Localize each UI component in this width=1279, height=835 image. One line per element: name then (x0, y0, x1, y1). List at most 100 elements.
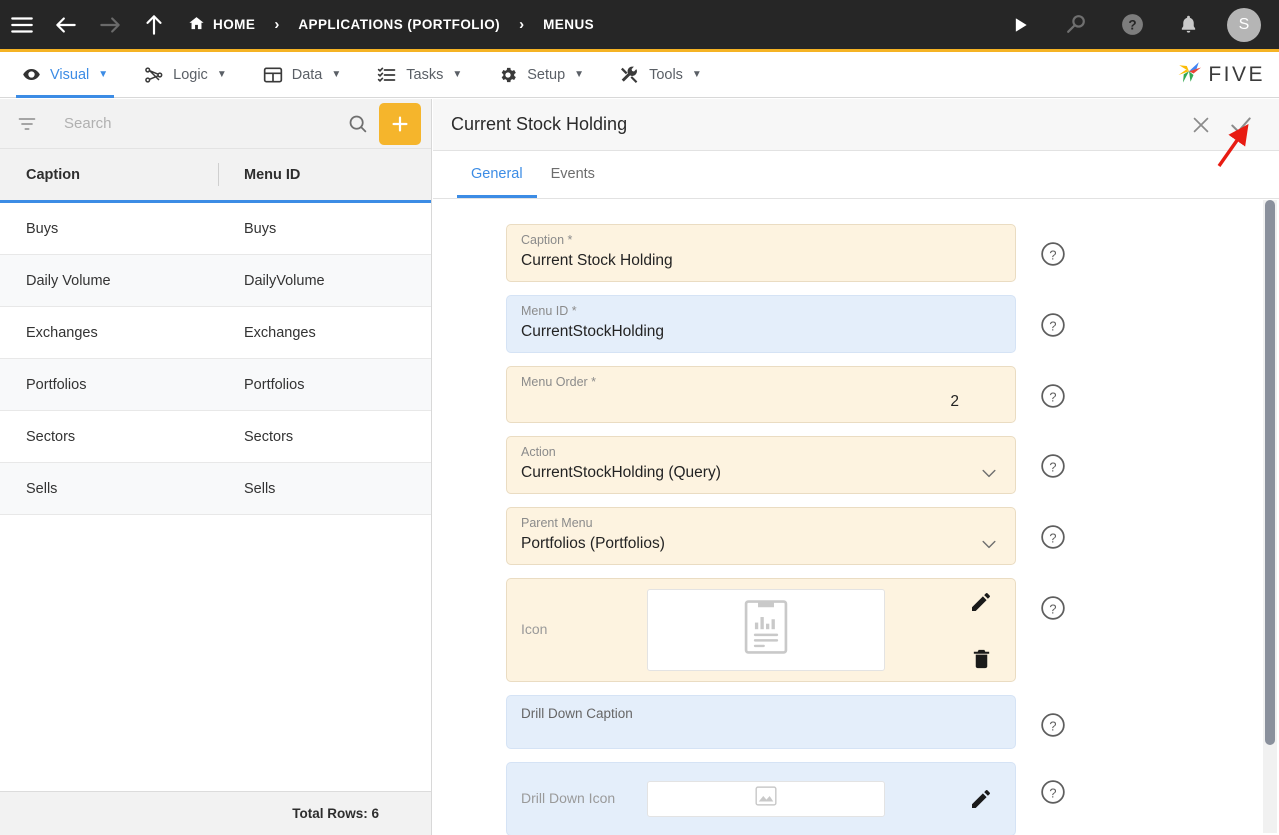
icon-preview[interactable] (647, 588, 885, 671)
drill-down-caption-field[interactable]: Drill Down Caption (506, 694, 1016, 749)
module-menu-strip: Visual ▼ Logic ▼ Data ▼ Tasks ▼ Setup ▼ … (0, 52, 1279, 98)
field-value: CurrentStockHolding (Query) (521, 464, 721, 481)
question-circle-icon[interactable]: ? (1039, 311, 1067, 339)
cell-menu-id: Sectors (244, 428, 294, 445)
scrollbar-thumb[interactable] (1265, 200, 1275, 745)
total-rows-label: Total Rows: 6 (292, 806, 379, 821)
question-circle-icon[interactable]: ? (1039, 382, 1067, 410)
search-icon[interactable] (1051, 0, 1101, 51)
logic-nodes-icon (144, 65, 164, 85)
pencil-edit-icon[interactable] (969, 787, 993, 811)
menu-item-visual[interactable]: Visual ▼ (8, 52, 122, 98)
column-divider (218, 163, 219, 186)
app-root: HOME › APPLICATIONS (PORTFOLIO) › MENUS … (0, 0, 1279, 835)
detail-header: Current Stock Holding (433, 99, 1279, 151)
hamburger-menu-icon[interactable] (0, 0, 44, 51)
chevron-down-icon: ▼ (574, 69, 585, 80)
field-label: Parent Menu (521, 516, 593, 530)
form-row-menu-id: Menu ID * CurrentStockHolding ? (506, 294, 1206, 353)
field-value: 2 (950, 393, 959, 411)
cell-caption: Sells (26, 480, 58, 497)
question-circle-icon[interactable]: ? (1039, 240, 1067, 268)
table-row[interactable]: Exchanges Exchanges (0, 307, 431, 359)
chevron-down-icon[interactable] (979, 463, 999, 488)
field-label: Caption * (521, 233, 573, 247)
menu-item-label: Logic (173, 66, 208, 83)
form-row-action: Action CurrentStockHolding (Query) ? (506, 436, 1206, 494)
menu-item-setup[interactable]: Setup ▼ (484, 52, 598, 98)
trash-delete-icon[interactable] (970, 647, 993, 670)
action-dropdown[interactable]: Action CurrentStockHolding (Query) (506, 436, 1016, 494)
chevron-down-icon[interactable] (979, 534, 999, 559)
table-row[interactable]: Buys Buys (0, 203, 431, 255)
menu-item-label: Tools (649, 66, 683, 83)
breadcrumb-item-menus[interactable]: MENUS (541, 17, 596, 32)
five-wordmark: FIVE (1208, 62, 1265, 86)
icon-field[interactable]: Icon (506, 577, 1016, 682)
svg-text:?: ? (1049, 601, 1056, 616)
save-checkmark-button[interactable] (1221, 105, 1261, 145)
menu-order-field[interactable]: Menu Order * 2 (506, 365, 1016, 424)
question-circle-icon[interactable]: ? (1039, 452, 1067, 480)
cell-caption: Exchanges (26, 324, 98, 341)
question-circle-icon[interactable]: ? (1039, 778, 1067, 806)
menu-id-field[interactable]: Menu ID * CurrentStockHolding (506, 294, 1016, 353)
menu-item-label: Visual (50, 66, 90, 83)
drill-down-icon-actions (969, 774, 1003, 824)
table-row[interactable]: Daily Volume DailyVolume (0, 255, 431, 307)
menu-item-data[interactable]: Data ▼ (249, 52, 356, 98)
filter-icon[interactable] (16, 106, 38, 142)
general-form: Caption * Current Stock Holding ? Menu I… (433, 200, 1279, 835)
question-circle-icon[interactable]: ? (1039, 711, 1067, 739)
tab-events[interactable]: Events (537, 150, 609, 198)
checklist-icon (377, 65, 397, 85)
search-input[interactable] (62, 114, 339, 133)
help-icon[interactable]: ? (1107, 0, 1157, 51)
svg-text:?: ? (1049, 530, 1056, 545)
field-value (507, 722, 1015, 748)
breadcrumb-separator: › (519, 16, 525, 33)
drill-down-icon-field[interactable]: Drill Down Icon (506, 761, 1016, 835)
chevron-down-icon: ▼ (331, 69, 342, 80)
table-row[interactable]: Portfolios Portfolios (0, 359, 431, 411)
chevron-down-icon: ▼ (452, 69, 463, 80)
form-row-parent-menu: Parent Menu Portfolios (Portfolios) ? (506, 507, 1206, 565)
back-arrow-icon[interactable] (44, 0, 88, 51)
question-circle-icon[interactable]: ? (1039, 523, 1067, 551)
column-header-caption[interactable]: Caption (0, 167, 218, 183)
menu-item-label: Tasks (406, 66, 444, 83)
breadcrumb-label: MENUS (543, 17, 595, 32)
avatar[interactable]: S (1227, 7, 1261, 42)
table-row[interactable]: Sectors Sectors (0, 411, 431, 463)
menu-item-tasks[interactable]: Tasks ▼ (363, 52, 476, 98)
drill-down-icon-preview[interactable] (647, 780, 885, 817)
form-row-icon: Icon ? (506, 577, 1206, 682)
svg-text:?: ? (1049, 785, 1056, 800)
breadcrumb-item-home[interactable]: HOME (186, 15, 257, 35)
run-icon[interactable] (995, 0, 1045, 51)
detail-scrollbar[interactable] (1263, 200, 1277, 833)
tab-general[interactable]: General (457, 150, 537, 198)
table-row[interactable]: Sells Sells (0, 463, 431, 515)
svg-text:?: ? (1049, 318, 1056, 333)
pencil-edit-icon[interactable] (969, 590, 993, 614)
up-arrow-icon[interactable] (132, 0, 176, 51)
question-circle-icon[interactable]: ? (1039, 594, 1067, 622)
home-icon (188, 15, 205, 35)
cell-caption: Buys (26, 220, 59, 237)
breadcrumb-item-applications[interactable]: APPLICATIONS (PORTFOLIO) (296, 17, 502, 32)
close-x-icon[interactable] (1181, 105, 1221, 145)
search-icon[interactable] (339, 106, 375, 142)
menu-item-tools[interactable]: Tools ▼ (606, 52, 716, 98)
add-record-button[interactable] (379, 102, 421, 145)
parent-menu-dropdown[interactable]: Parent Menu Portfolios (Portfolios) (506, 507, 1016, 565)
notifications-bell-icon[interactable] (1163, 0, 1213, 51)
tools-wrench-icon (620, 65, 640, 85)
caption-field[interactable]: Caption * Current Stock Holding (506, 224, 1016, 282)
top-navigation-bar: HOME › APPLICATIONS (PORTFOLIO) › MENUS … (0, 0, 1279, 52)
menu-item-logic[interactable]: Logic ▼ (130, 52, 241, 98)
column-header-menu-id[interactable]: Menu ID (218, 167, 300, 183)
list-column-headers: Caption Menu ID (0, 149, 431, 203)
form-row-drill-down-icon: Drill Down Icon ? (506, 761, 1206, 835)
svg-text:?: ? (1049, 460, 1056, 475)
